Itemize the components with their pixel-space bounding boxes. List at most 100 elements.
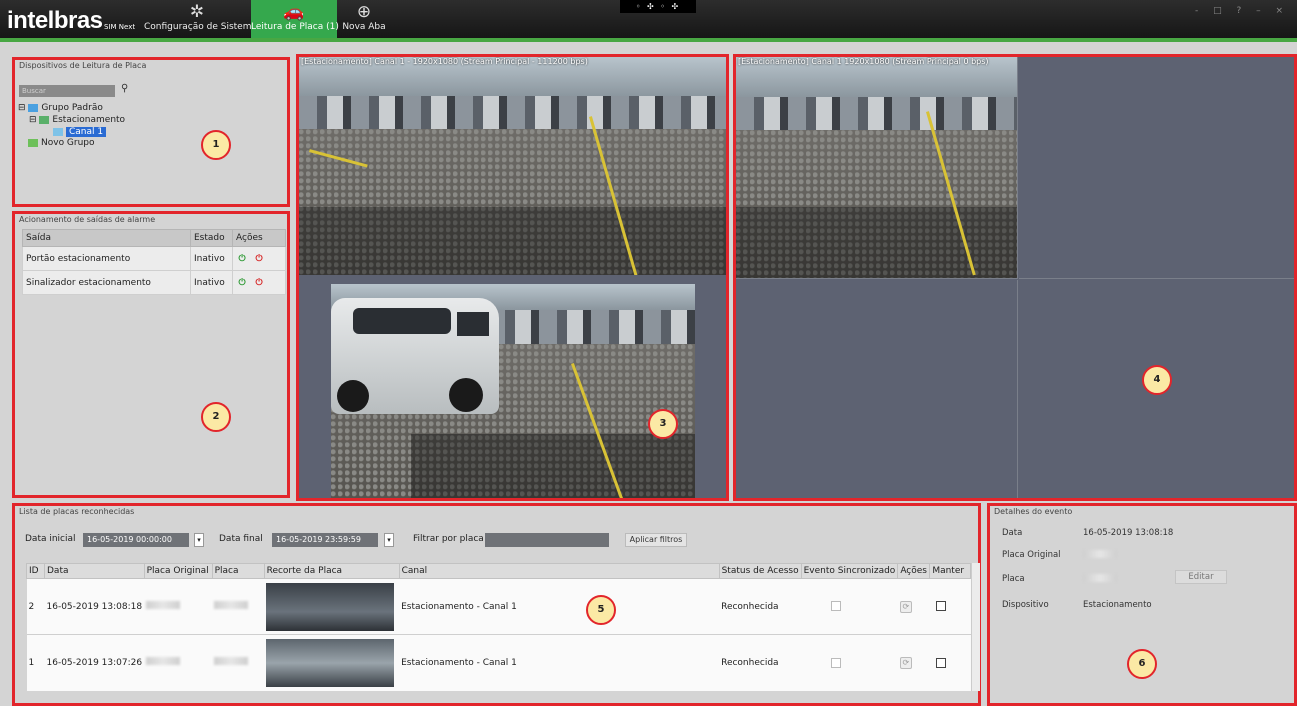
tab-label: Configuração de Sistema bbox=[144, 22, 257, 32]
keep-checkbox[interactable] bbox=[935, 601, 946, 612]
column-header: Saída bbox=[22, 229, 191, 247]
start-date-label: Data inicial bbox=[25, 534, 76, 544]
start-date-input[interactable]: 16-05-2019 00:00:00 bbox=[83, 533, 189, 547]
row-status: Reconhecida bbox=[719, 578, 802, 635]
tree-item-grupo-padrao[interactable]: ⊟ Grupo Padrão bbox=[18, 103, 103, 113]
collapse-icon[interactable]: ⊟ bbox=[29, 115, 37, 125]
tab-leitura-placa[interactable]: 🚗 Leitura de Placa (1) bbox=[251, 0, 339, 38]
table-row[interactable]: 2 16-05-2019 13:08:18 Estacionamento - C… bbox=[26, 578, 971, 635]
callout-badge: 5 bbox=[586, 595, 616, 625]
keep-checkbox[interactable] bbox=[935, 657, 946, 668]
panel-title: Lista de placas reconhecidas bbox=[19, 507, 135, 516]
detail-label: Placa Original bbox=[1002, 550, 1061, 560]
edit-button[interactable]: Editar bbox=[1175, 570, 1227, 584]
output-name: Portão estacionamento bbox=[22, 246, 191, 271]
detail-value: Estacionamento bbox=[1083, 600, 1152, 610]
chevron-down-icon[interactable]: ▾ bbox=[384, 533, 394, 547]
parked-cars bbox=[736, 96, 1017, 133]
column-header: Ações bbox=[897, 563, 931, 579]
power-off-icon[interactable]: ⏻ bbox=[253, 253, 265, 265]
camera-view-grid-1[interactable]: [Estacionamento] Canal 1 1920x1080 (Stre… bbox=[736, 57, 1018, 279]
panel-title: Dispositivos de Leitura de Placa bbox=[19, 61, 147, 70]
detail-label: Placa bbox=[1002, 574, 1025, 584]
camera-view-top[interactable]: [Estacionamento] Canal 1 - 1920x1080 (St… bbox=[299, 57, 726, 275]
end-date-label: Data final bbox=[219, 534, 263, 544]
detail-label: Data bbox=[1002, 528, 1023, 538]
white-suv bbox=[331, 298, 499, 414]
callout-badge: 2 bbox=[201, 402, 231, 432]
column-header: Manter bbox=[929, 563, 971, 579]
collapse-icon[interactable]: ⊟ bbox=[18, 103, 26, 113]
detail-value: 16-05-2019 13:08:18 bbox=[1083, 528, 1174, 538]
device-icon bbox=[39, 115, 50, 124]
table-scrollbar[interactable] bbox=[971, 563, 980, 691]
output-name: Sinalizador estacionamento bbox=[22, 270, 191, 295]
camera-icon bbox=[53, 127, 63, 136]
group-icon bbox=[28, 103, 39, 112]
row-date: 16-05-2019 13:07:26 bbox=[44, 634, 145, 691]
camera-view-grid-2[interactable] bbox=[1019, 57, 1294, 279]
power-on-icon[interactable]: ⏻ bbox=[236, 253, 248, 265]
row-status: Reconhecida bbox=[719, 634, 802, 691]
column-header: Placa Original bbox=[143, 563, 213, 579]
plate-redacted bbox=[214, 657, 249, 666]
detail-value-redacted bbox=[1083, 574, 1117, 585]
devices-panel: Dispositivos de Leitura de Placa Buscar … bbox=[12, 57, 290, 207]
column-header: Canal bbox=[398, 563, 720, 579]
column-header: Ações bbox=[232, 229, 286, 247]
window-controls[interactable]: - □ ? – × bbox=[1195, 6, 1289, 16]
chevron-down-icon[interactable]: ▾ bbox=[194, 533, 204, 547]
table-row: Sinalizador estacionamento Inativo ⏻ ⏻ bbox=[22, 270, 286, 295]
row-channel: Estacionamento - Canal 1 bbox=[399, 578, 720, 635]
power-off-icon[interactable]: ⏻ bbox=[253, 277, 265, 289]
apply-filters-button[interactable]: Aplicar filtros bbox=[625, 533, 687, 547]
column-header: Evento Sincronizado bbox=[800, 563, 899, 579]
detail-label: Dispositivo bbox=[1002, 600, 1049, 610]
panel-title: Detalhes do evento bbox=[994, 507, 1073, 516]
search-input[interactable]: Buscar bbox=[19, 85, 115, 97]
column-header: Status de Acesso bbox=[718, 563, 802, 579]
column-header: Data bbox=[44, 563, 145, 579]
parked-cars bbox=[299, 96, 726, 132]
camera-view-bottom[interactable] bbox=[331, 284, 695, 498]
search-icon[interactable]: ⚲ bbox=[121, 83, 128, 94]
plate-crop-image bbox=[266, 638, 395, 687]
tab-label: Nova Aba bbox=[342, 22, 386, 32]
row-channel: Estacionamento - Canal 1 bbox=[399, 634, 720, 691]
sync-icon[interactable]: ⟳ bbox=[899, 656, 912, 669]
toolbar-icons[interactable]: ◦ ✣ ◦ ✣ bbox=[620, 0, 696, 13]
outputs-panel: Acionamento de saídas de alarme Saída Es… bbox=[12, 211, 290, 498]
tab-nova-aba[interactable]: ⊕ Nova Aba bbox=[340, 0, 388, 38]
plus-circle-icon: ⊕ bbox=[356, 2, 372, 22]
product-name: SIM Next bbox=[104, 23, 136, 31]
row-id: 1 bbox=[26, 634, 45, 691]
camera-label: [Estacionamento] Canal 1 - 1920x1080 (St… bbox=[301, 57, 588, 66]
event-details-panel: Detalhes do evento Data 16-05-2019 13:08… bbox=[987, 503, 1297, 706]
tree-item-estacionamento[interactable]: ⊟ Estacionamento bbox=[29, 115, 125, 125]
panel-title: Acionamento de saídas de alarme bbox=[19, 215, 156, 224]
car-icon: 🚗 bbox=[283, 2, 305, 22]
camera-label: [Estacionamento] Canal 1 1920x1080 (Stre… bbox=[738, 57, 989, 66]
end-date-input[interactable]: 16-05-2019 23:59:59 bbox=[272, 533, 378, 547]
tree-label: Estacionamento bbox=[52, 115, 126, 125]
column-header: Recorte da Placa bbox=[263, 563, 400, 579]
sync-icon[interactable]: ⟳ bbox=[899, 600, 912, 613]
plate-redacted bbox=[214, 601, 249, 609]
tab-label: Leitura de Placa (1) bbox=[251, 22, 339, 32]
plate-filter-input[interactable] bbox=[485, 533, 609, 547]
tab-configuracao[interactable]: ✲ Configuração de Sistema bbox=[144, 0, 257, 38]
row-id: 2 bbox=[26, 578, 45, 635]
power-on-icon[interactable]: ⏻ bbox=[236, 277, 248, 289]
detail-value-redacted bbox=[1083, 550, 1117, 561]
tree-item-novo-grupo[interactable]: Novo Grupo bbox=[28, 138, 95, 148]
table-row[interactable]: 1 16-05-2019 13:07:26 Estacionamento - C… bbox=[26, 634, 971, 691]
camera-view-grid-3[interactable] bbox=[736, 280, 1018, 498]
callout-badge: 3 bbox=[648, 409, 678, 439]
top-bar: intelbras SIM Next ✲ Configuração de Sis… bbox=[0, 0, 1297, 42]
tree-label: Canal 1 bbox=[66, 127, 107, 137]
callout-badge: 1 bbox=[201, 130, 231, 160]
tree-item-canal-1[interactable]: Canal 1 bbox=[53, 127, 107, 137]
tree-label: Novo Grupo bbox=[41, 138, 95, 148]
original-plate-redacted bbox=[146, 601, 181, 609]
live-view-panel: [Estacionamento] Canal 1 - 1920x1080 (St… bbox=[296, 54, 729, 501]
